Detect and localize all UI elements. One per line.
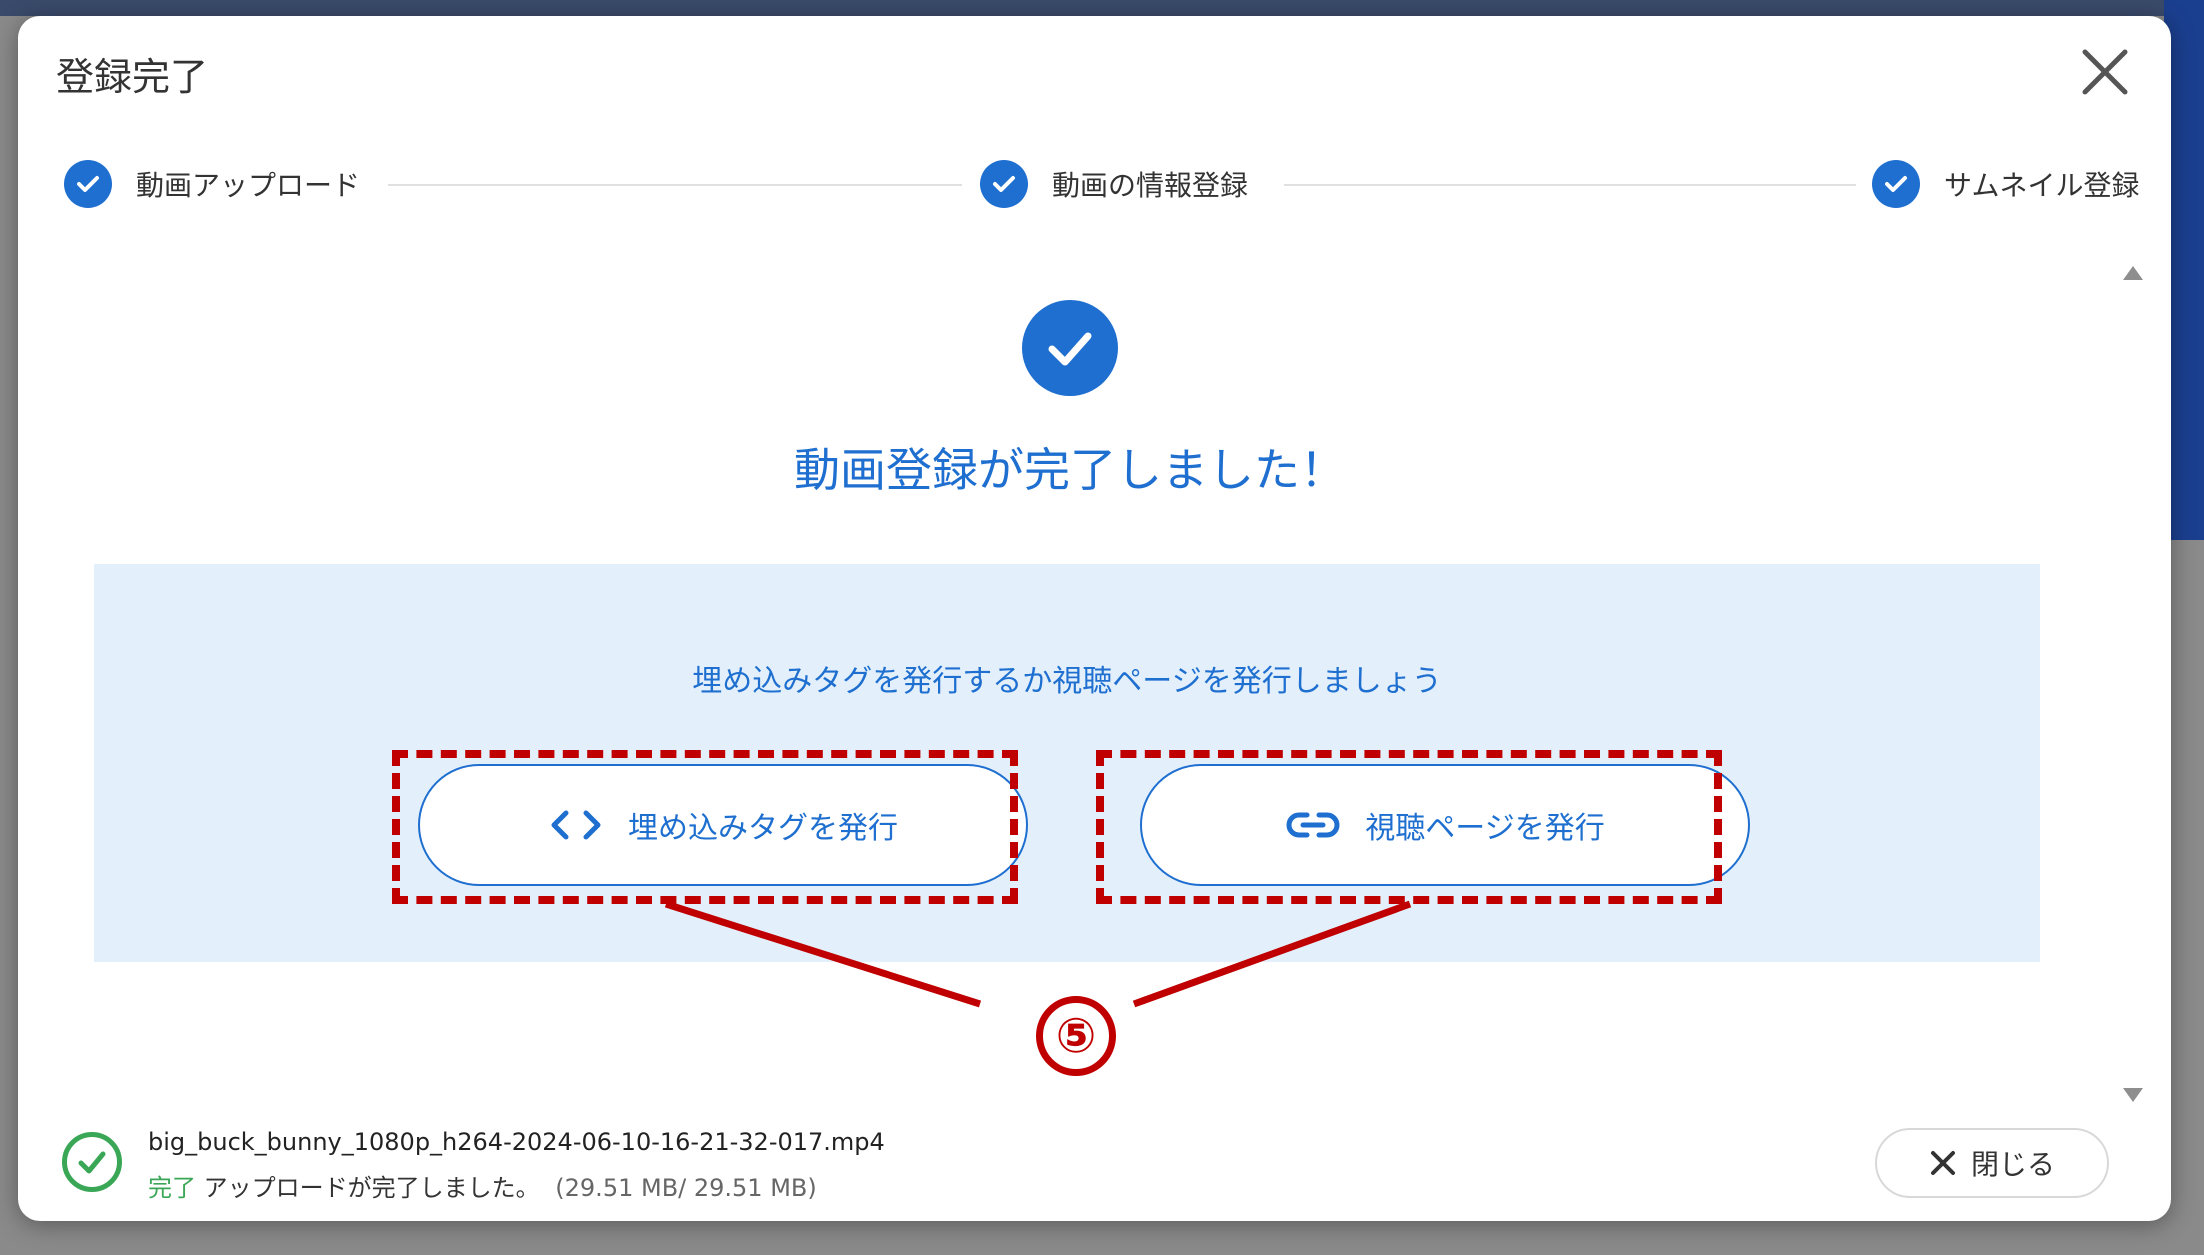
close-icon	[1930, 1151, 1955, 1175]
callout-line-left	[664, 900, 982, 1008]
file-size: (29.51 MB/ 29.51 MB)	[555, 1174, 817, 1202]
upload-complete-check-icon	[62, 1132, 122, 1192]
close-button-label: 閉じる	[1970, 1148, 2055, 1181]
callout-line-right	[1132, 900, 1412, 1008]
status-word: 完了	[148, 1174, 196, 1202]
upload-status: 完了 アップロードが完了しました。 (29.51 MB/ 29.51 MB)	[148, 1168, 817, 1203]
screen: 登録完了 動画アップロード 動画の情報登録 サムネイル登録 動画登録が完了しまし…	[0, 0, 2204, 1255]
callout-number-badge: ⑤	[1036, 996, 1116, 1076]
background-page-header	[0, 0, 2204, 16]
close-button[interactable]: 閉じる	[1875, 1128, 2109, 1198]
registration-complete-dialog: 登録完了 動画アップロード 動画の情報登録 サムネイル登録 動画登録が完了しまし…	[18, 16, 2171, 1221]
status-text: アップロードが完了しました。	[203, 1174, 540, 1202]
uploaded-file-name: big_buck_bunny_1080p_h264-2024-06-10-16-…	[148, 1128, 885, 1156]
